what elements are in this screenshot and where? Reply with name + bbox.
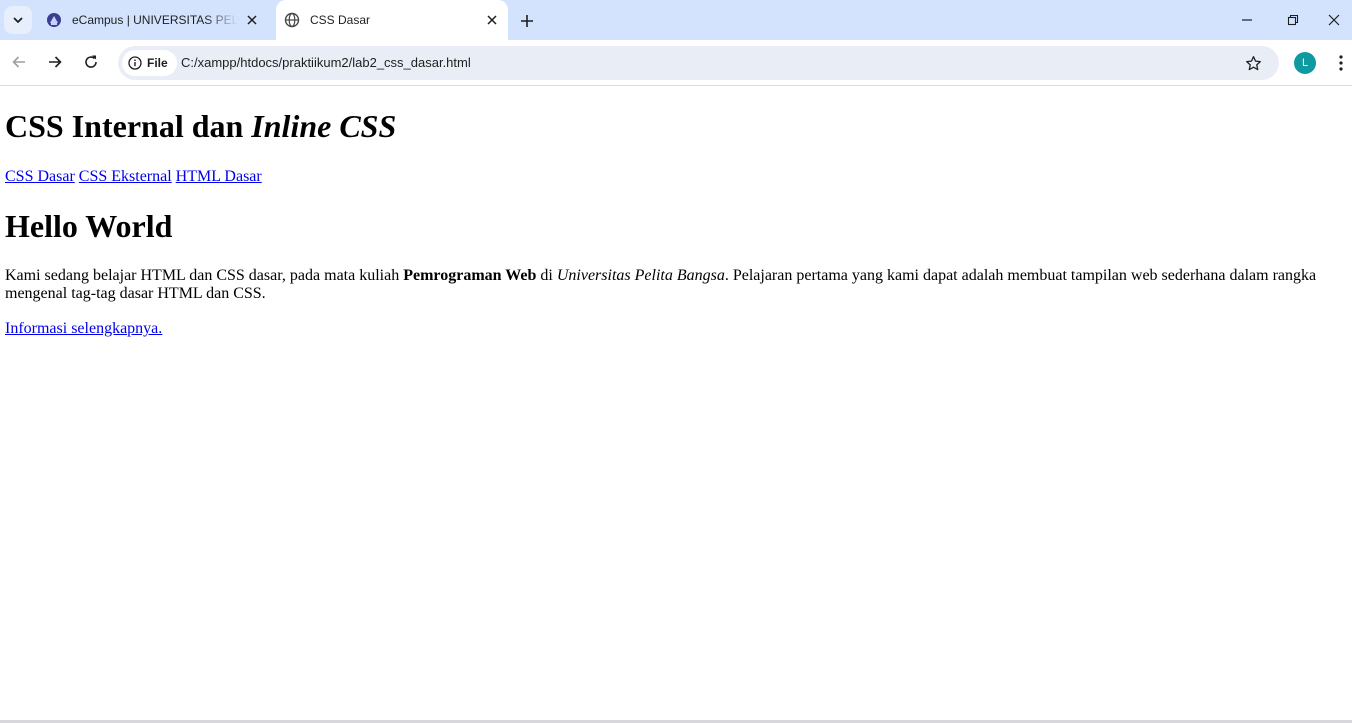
nav-link-css-eksternal[interactable]: CSS Eksternal (79, 168, 172, 185)
tab-ecampus[interactable]: eCampus | UNIVERSITAS PELITA BANGSA (36, 6, 268, 34)
minimize-button[interactable] (1224, 0, 1270, 40)
profile-avatar[interactable]: L (1294, 52, 1316, 74)
nav-link-html-dasar[interactable]: HTML Dasar (176, 168, 262, 185)
course-name: Pemrograman Web (403, 267, 537, 284)
reload-icon (85, 55, 97, 68)
more-vertical-icon (1339, 55, 1343, 71)
info-icon (128, 56, 142, 70)
restore-button[interactable] (1270, 0, 1316, 40)
nav-link-css-dasar[interactable]: CSS Dasar (5, 168, 75, 185)
plus-icon (521, 15, 533, 27)
menu-button[interactable] (1330, 51, 1352, 75)
more-info: Informasi selengkapnya. (5, 319, 1347, 338)
close-window-button[interactable] (1316, 0, 1352, 40)
close-tab-icon[interactable] (484, 12, 500, 28)
tab-strip: eCampus | UNIVERSITAS PELITA BANGSA CSS … (0, 0, 1352, 40)
chevron-down-icon (13, 17, 23, 23)
page-title-italic: Inline CSS (251, 108, 397, 144)
close-tab-icon[interactable] (244, 12, 260, 28)
minimize-icon (1242, 19, 1252, 21)
page-title: CSS Internal dan Inline CSS (5, 108, 397, 144)
tab-title: CSS Dasar (310, 13, 371, 27)
globe-icon (284, 12, 300, 28)
browser-toolbar: File C:/xampp/htdocs/praktiikum2/lab2_cs… (0, 40, 1352, 86)
tab-title: eCampus | UNIVERSITAS PELITA BANGSA (72, 13, 238, 27)
more-info-link[interactable]: Informasi selengkapnya. (5, 320, 162, 337)
reload-button[interactable] (76, 47, 106, 77)
university-name: Universitas Pelita Bangsa (556, 267, 725, 284)
tab-search-button[interactable] (4, 6, 32, 34)
arrow-right-icon (49, 56, 62, 68)
nav-links: CSS Dasar CSS Eksternal HTML Dasar (5, 167, 1347, 186)
new-tab-button[interactable] (514, 8, 540, 34)
address-bar[interactable]: File C:/xampp/htdocs/praktiikum2/lab2_cs… (118, 46, 1279, 80)
forward-button[interactable] (40, 47, 70, 77)
intro-paragraph: Kami sedang belajar HTML dan CSS dasar, … (5, 267, 1317, 302)
restore-icon (1287, 14, 1299, 26)
close-icon (1328, 14, 1340, 26)
bookmark-star-icon[interactable] (1243, 53, 1263, 73)
university-logo-icon (46, 12, 62, 28)
site-info-chip[interactable]: File (122, 50, 177, 76)
arrow-left-icon (12, 56, 25, 68)
tab-css-dasar[interactable]: CSS Dasar (276, 0, 508, 40)
page-content: CSS Internal dan Inline CSS CSS Dasar CS… (0, 87, 1352, 720)
chip-label: File (147, 56, 168, 70)
hello-heading: Hello World (5, 208, 173, 244)
back-button[interactable] (4, 47, 34, 77)
url-text[interactable]: C:/xampp/htdocs/praktiikum2/lab2_css_das… (181, 46, 471, 80)
